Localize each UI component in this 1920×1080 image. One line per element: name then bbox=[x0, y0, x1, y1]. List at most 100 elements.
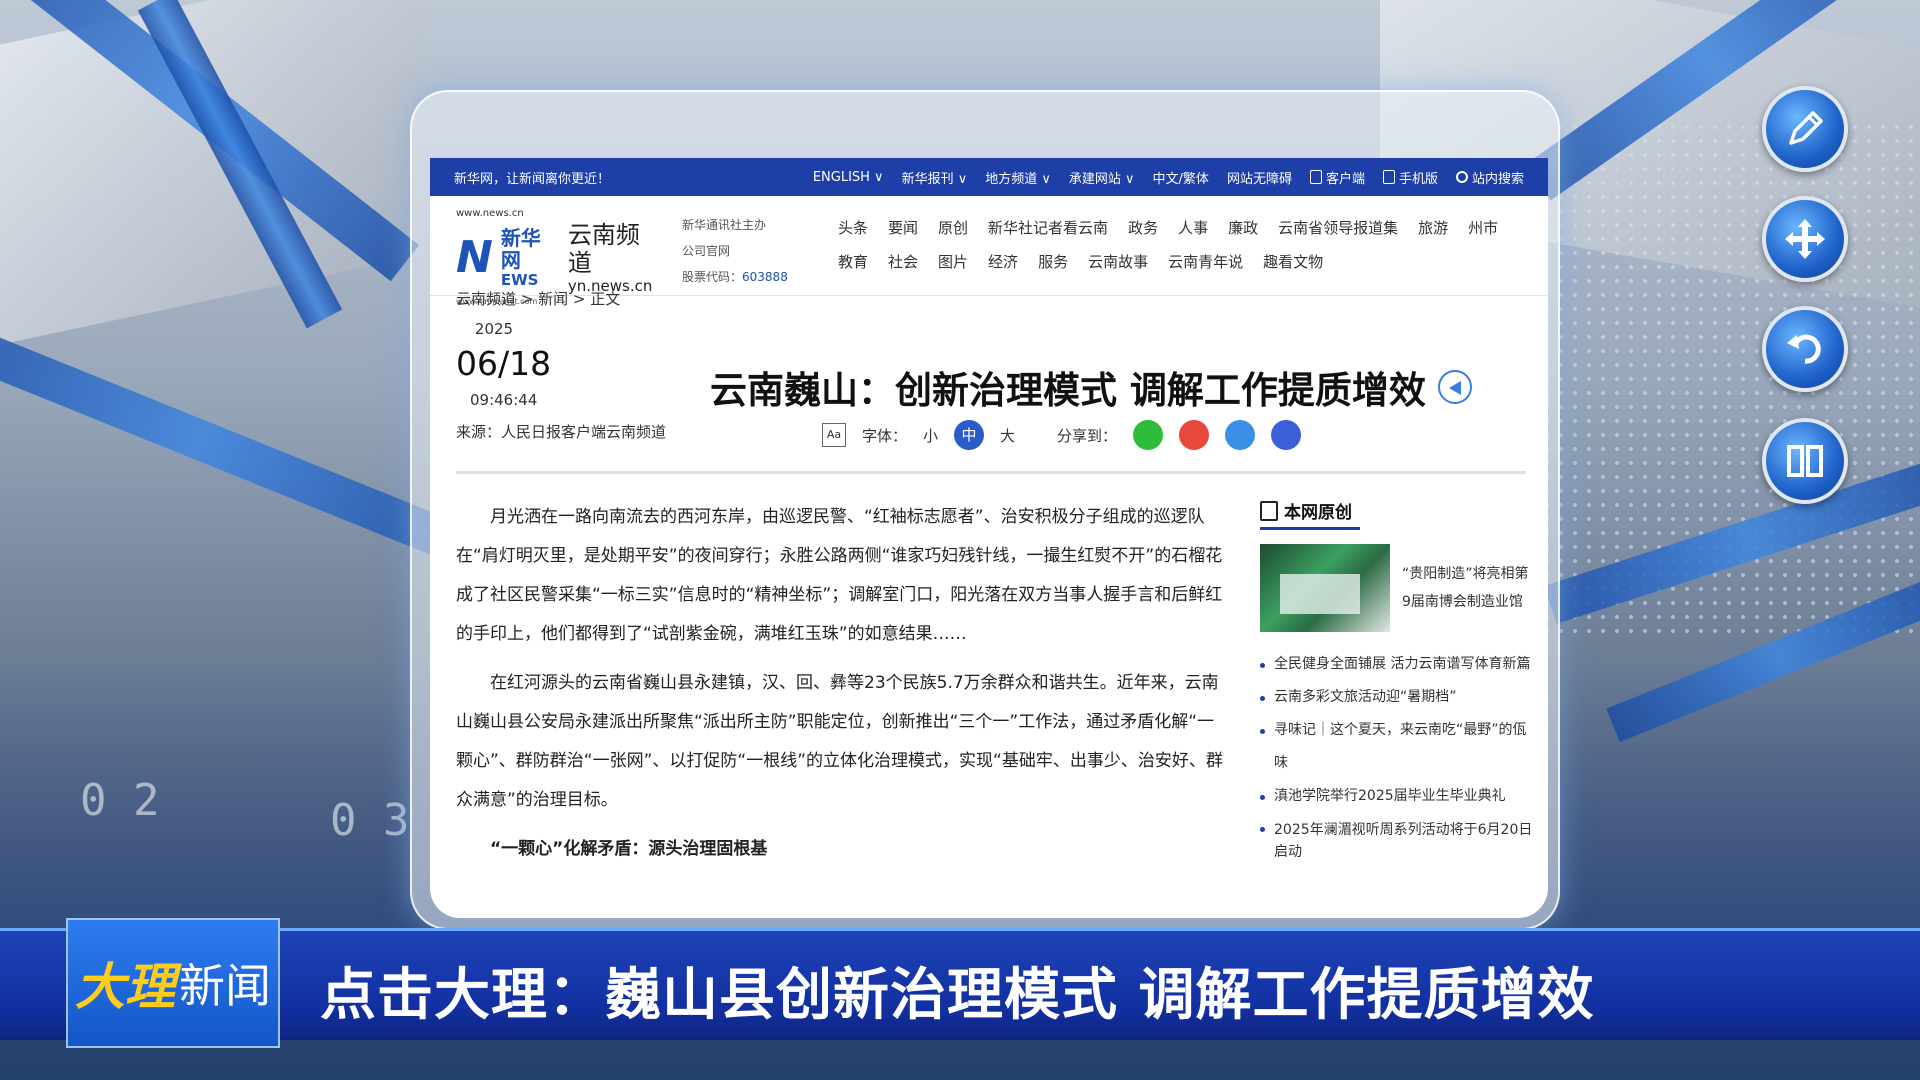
topbar-link-traditional[interactable]: 中文/繁体 bbox=[1153, 168, 1209, 187]
article-title-text: 云南巍山：创新治理模式 调解工作提质增效 bbox=[710, 369, 1426, 412]
article-body: 月光洒在一路向南流去的西河东岸，由巡逻民警、“红袖标志愿者”、治安积极分子组成的… bbox=[456, 498, 1226, 879]
article-meta: 2025 06/18 09:46:44 来源：人民日报客户端云南频道 bbox=[456, 320, 667, 442]
search-label: 站内搜索 bbox=[1471, 171, 1524, 187]
list-item[interactable]: 滇池学院举行2025届毕业生毕业典礼 bbox=[1260, 780, 1535, 813]
font-label: 字体： bbox=[862, 426, 908, 445]
move-icon bbox=[1785, 219, 1825, 259]
topbar-search[interactable]: 站内搜索 bbox=[1455, 168, 1524, 187]
top-bar: 新华网，让新闻离你更近！ ENGLISH ∨ 新华报刊 ∨ 地方频道 ∨ 承建网… bbox=[430, 158, 1548, 196]
mobile-label: 手机版 bbox=[1398, 171, 1438, 187]
nav-item[interactable]: 人事 bbox=[1178, 217, 1208, 238]
site-slogan: 新华网，让新闻离你更近！ bbox=[454, 171, 611, 187]
nav-item[interactable]: 服务 bbox=[1038, 251, 1068, 272]
nav-item[interactable]: 旅游 bbox=[1418, 217, 1448, 238]
bg-beam bbox=[0, 316, 468, 564]
list-item[interactable]: 2025年澜湄视听周系列活动将于6月20日启动 bbox=[1260, 813, 1535, 863]
header-divider bbox=[456, 471, 1526, 474]
nav-item[interactable]: 社会 bbox=[888, 251, 918, 272]
client-label: 客户端 bbox=[1325, 171, 1365, 187]
bg-number: 0 2 bbox=[80, 775, 160, 826]
undo-button[interactable] bbox=[1762, 306, 1848, 392]
nav-item[interactable]: 教育 bbox=[838, 251, 868, 272]
site-header: www.news.cn N 新华网 EWS 云南频道 yn.news.cn ww… bbox=[430, 196, 1548, 306]
link-icon[interactable] bbox=[1225, 420, 1256, 450]
speaker-icon[interactable] bbox=[1437, 370, 1472, 404]
main-nav: 头条 要闻 原创 新华社记者看云南 政务 人事 廉政 云南省领导报道集 旅游 州市 教育 社会 图片经… bbox=[838, 210, 1518, 278]
wechat-icon[interactable] bbox=[1133, 420, 1164, 450]
list-item[interactable]: 云南多彩文旅活动迎“暑期档” bbox=[1260, 681, 1535, 714]
nav-item[interactable]: 云南故事 bbox=[1088, 251, 1148, 272]
article-title: 云南巍山：创新治理模式 调解工作提质增效 bbox=[710, 360, 1472, 414]
nav-row2: 教育 社会 图片 经济 服务 云南故事 云南青年说 趣看文物 bbox=[838, 244, 1518, 278]
article-date: 06/18 bbox=[456, 344, 552, 383]
nav-item[interactable]: 云南青年说 bbox=[1168, 251, 1243, 272]
nav-item[interactable]: 原创 bbox=[938, 217, 968, 238]
nav-item[interactable]: 廉政 bbox=[1228, 217, 1258, 238]
weibo-icon[interactable] bbox=[1179, 420, 1210, 450]
nav-item[interactable]: 政务 bbox=[1128, 217, 1158, 238]
list-item[interactable]: 寻味记｜这个夏天，来云南吃“最野”的佤味 bbox=[1260, 714, 1535, 780]
nav-item[interactable]: 州市 bbox=[1468, 217, 1498, 238]
sidebar-heading: 本网原创 bbox=[1260, 498, 1360, 530]
topbar-link-newspapers[interactable]: 新华报刊 ∨ bbox=[902, 168, 968, 187]
logo-letter: N bbox=[456, 232, 493, 283]
stock-code[interactable]: 603888 bbox=[742, 270, 788, 284]
book-icon bbox=[1260, 500, 1278, 521]
topbar-link-local[interactable]: 地方频道 ∨ bbox=[985, 168, 1051, 187]
mobile-share-icon[interactable] bbox=[1271, 420, 1302, 450]
sponsor-line2: 公司官网 bbox=[682, 244, 731, 258]
share-label: 分享到： bbox=[1057, 426, 1118, 445]
logo-brand-en: EWS bbox=[500, 271, 539, 289]
nav-item[interactable]: 头条 bbox=[838, 217, 868, 238]
nav-item[interactable]: 云南省领导报道集 bbox=[1278, 217, 1398, 238]
bg-panel bbox=[0, 0, 420, 345]
article-subhead: “一颗心”化解矛盾：源头治理固根基 bbox=[490, 839, 768, 859]
site-logo[interactable]: www.news.cn N 新华网 EWS 云南频道 yn.news.cn ww… bbox=[456, 208, 656, 306]
sponsor-line1: 新华通讯社主办 bbox=[682, 218, 767, 232]
sidebar-list: 全民健身全面铺展 活力云南谱写体育新篇 云南多彩文旅活动迎“暑期档” 寻味记｜这… bbox=[1260, 648, 1535, 863]
sponsor-info: 新华通讯社主办 公司官网 股票代码：603888 bbox=[682, 212, 788, 290]
topbar-link-sites[interactable]: 承建网站 ∨ bbox=[1069, 168, 1135, 187]
nav-item[interactable]: 新华社记者看云南 bbox=[988, 217, 1108, 238]
ticker-logo-a: 大理 bbox=[75, 957, 175, 1016]
article-paragraph: 在红河源头的云南省巍山县永建镇，汉、回、彝等23个民族5.7万余群众和谐共生。近… bbox=[456, 673, 1223, 810]
article-paragraph: 月光洒在一路向南流去的西河东岸，由巡逻民警、“红袖标志愿者”、治安积极分子组成的… bbox=[456, 507, 1223, 644]
font-large-button[interactable]: 大 bbox=[1000, 425, 1015, 446]
pen-button[interactable] bbox=[1762, 86, 1848, 172]
logo-url: www.news.cn bbox=[456, 208, 524, 219]
nav-item[interactable]: 要闻 bbox=[888, 217, 918, 238]
sidebar: 本网原创 “贵阳制造”将亮相第9届南博会制造业馆 全民健身全面铺展 活力云南谱写… bbox=[1260, 498, 1535, 863]
font-size-icon: Aa bbox=[822, 423, 846, 447]
list-item[interactable]: 全民健身全面铺展 活力云南谱写体育新篇 bbox=[1260, 648, 1535, 681]
font-mid-button[interactable]: 中 bbox=[954, 420, 985, 450]
pause-button[interactable] bbox=[1762, 418, 1848, 504]
undo-icon bbox=[1787, 334, 1821, 364]
client-icon bbox=[1309, 170, 1322, 184]
feature-title[interactable]: “贵阳制造”将亮相第9届南博会制造业馆 bbox=[1402, 560, 1532, 616]
article-year: 2025 bbox=[474, 320, 514, 338]
topbar-link-english[interactable]: ENGLISH ∨ bbox=[813, 170, 884, 185]
pause-icon bbox=[1787, 445, 1823, 477]
ticker-logo-b: 新闻 bbox=[179, 959, 271, 1013]
topbar-link-client[interactable]: 客户端 bbox=[1309, 168, 1365, 187]
ticker-logo: 大理 新闻 bbox=[66, 918, 280, 1048]
breadcrumb[interactable]: 云南频道 > 新闻 > 正文 bbox=[456, 288, 620, 309]
move-button[interactable] bbox=[1762, 196, 1848, 282]
nav-item[interactable]: 趣看文物 bbox=[1263, 251, 1323, 272]
sidebar-heading-text: 本网原创 bbox=[1284, 503, 1352, 523]
sidebar-feature[interactable]: “贵阳制造”将亮相第9届南博会制造业馆 bbox=[1260, 544, 1535, 632]
feature-thumbnail[interactable] bbox=[1260, 544, 1390, 632]
stock-label: 股票代码： bbox=[682, 270, 743, 284]
search-icon bbox=[1455, 171, 1468, 183]
font-small-button[interactable]: 小 bbox=[923, 425, 938, 446]
topbar-link-mobile[interactable]: 手机版 bbox=[1382, 168, 1438, 187]
pen-icon bbox=[1789, 111, 1823, 145]
article-source: 来源：人民日报客户端云南频道 bbox=[456, 423, 667, 441]
bg-number: 0 3 bbox=[330, 795, 410, 846]
topbar-link-accessibility[interactable]: 网站无障碍 bbox=[1227, 168, 1292, 187]
nav-item[interactable]: 图片 bbox=[938, 251, 968, 272]
logo-brand-cn: 新华网 bbox=[500, 226, 541, 272]
nav-row1: 头条 要闻 原创 新华社记者看云南 政务 人事 廉政 云南省领导报道集 旅游 州市 bbox=[838, 210, 1518, 244]
mobile-icon bbox=[1382, 170, 1395, 184]
nav-item[interactable]: 经济 bbox=[988, 251, 1018, 272]
